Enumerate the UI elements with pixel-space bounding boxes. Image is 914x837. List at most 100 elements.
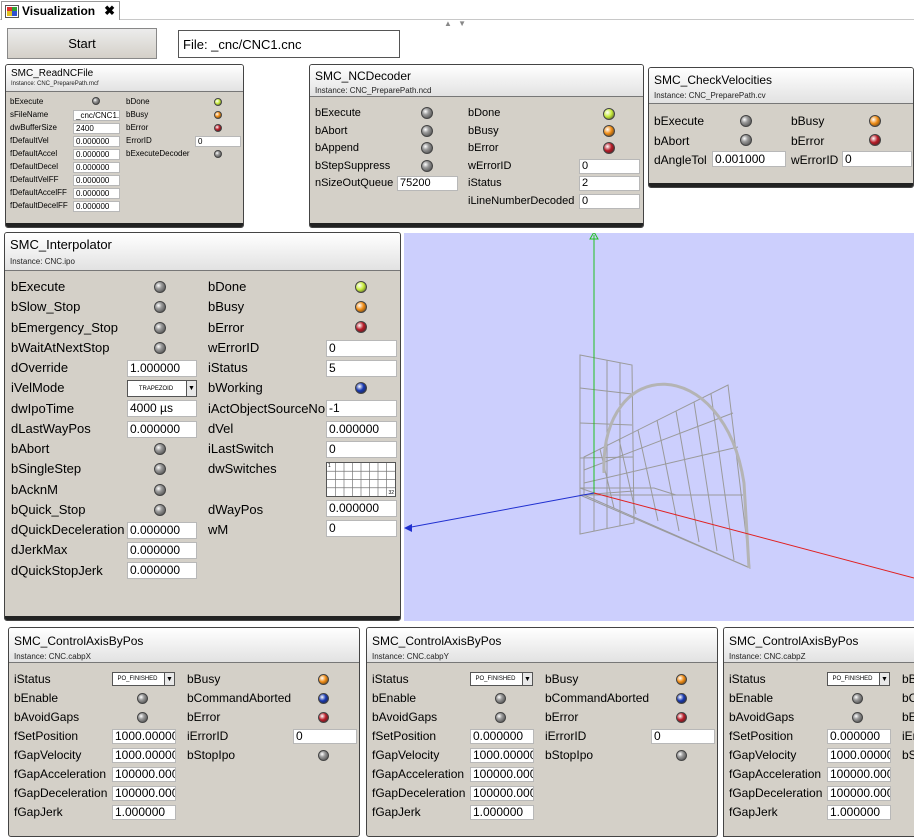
axis1-gapacc-field[interactable]: 100000.000000: [470, 767, 534, 782]
ipo-istatus-field[interactable]: 5: [326, 360, 397, 377]
axis2-bavoidgaps-button[interactable]: [852, 712, 863, 723]
dec-werrorid-field[interactable]: 0: [579, 159, 640, 174]
axis2-gapdec-field[interactable]: 100000.000000: [827, 786, 891, 801]
read-bexecute-button[interactable]: [92, 97, 100, 105]
ipo-backnm-button[interactable]: [154, 483, 166, 496]
start-button[interactable]: Start: [7, 28, 157, 59]
ipo-werrorid-field[interactable]: 0: [326, 340, 397, 357]
read-decelff-field[interactable]: 0.000000: [73, 201, 120, 212]
ipo-bwaitatnextstop-button[interactable]: [154, 341, 166, 354]
axis0-setpos-field[interactable]: 1000.000000: [112, 729, 176, 744]
scroll-arrows-icon[interactable]: ▲ ▼: [444, 19, 468, 28]
ipo-dlastwaypos-field[interactable]: 0.000000: [127, 421, 197, 438]
chk-angletol-field[interactable]: 0.001000: [712, 151, 786, 167]
ipo-dwipotime-field[interactable]: 4000 µs: [127, 400, 197, 417]
path-3d-view[interactable]: [404, 233, 914, 621]
axis0-istatus-select[interactable]: PO_FINISHED ▼: [112, 672, 175, 686]
ipo-label-dquickdeceleration: dQuickDeceleration: [11, 522, 125, 537]
axis1-berror-led: [676, 712, 687, 723]
axis1-gapdec-field[interactable]: 100000.000000: [470, 786, 534, 801]
file-display: File: _cnc/CNC1.cnc: [178, 30, 400, 58]
switch-first-label: 1: [328, 463, 331, 469]
read-label-fdefaultdecelff: fDefaultDecelFF: [10, 201, 68, 210]
axis0-gapjerk-field[interactable]: 1.000000: [112, 805, 176, 820]
read-label-fdefaultvel: fDefaultVel: [10, 136, 49, 145]
dec-bstepsuppress-button[interactable]: [421, 160, 433, 172]
chevron-down-icon[interactable]: ▼: [186, 381, 196, 396]
ipo-bslow-stop-button[interactable]: [154, 301, 166, 314]
ipo-dquickstopjerk-field[interactable]: 0.000000: [127, 562, 197, 579]
ipo-bexecute-button[interactable]: [154, 281, 166, 293]
dec-babort-button[interactable]: [421, 125, 433, 137]
ipo-dquickdecel-field[interactable]: 0.000000: [127, 522, 197, 539]
panel-instance: Instance: CNC.ipo: [10, 257, 75, 266]
dec-bappend-button[interactable]: [421, 142, 433, 154]
axis2-gapjerk-field[interactable]: 1.000000: [827, 805, 891, 820]
read-velff-field[interactable]: 0.000000: [73, 175, 120, 186]
axis0-bbusy-led: [318, 674, 329, 685]
read-errorid-field[interactable]: 0: [195, 136, 241, 147]
ipo-label-bexecute: bExecute: [11, 279, 66, 294]
chk-babort-button[interactable]: [740, 134, 752, 146]
chk-werrorid-field[interactable]: 0: [842, 151, 912, 167]
dec-ilinenumber-field[interactable]: 0: [579, 194, 640, 209]
ipo-out-wm: wM: [208, 522, 229, 537]
chevron-down-icon[interactable]: ▼: [522, 673, 532, 685]
axis1-istatus-select[interactable]: PO_FINISHED ▼: [470, 672, 533, 686]
axis2-benable-button[interactable]: [852, 693, 863, 704]
read-filename-field[interactable]: _cnc/CNC1.c: [73, 110, 120, 121]
ipo-bbusy-led: [355, 301, 367, 313]
axis0-gapacc-field[interactable]: 100000.000000: [112, 767, 176, 782]
dec-bexecute-button[interactable]: [421, 107, 433, 119]
ipo-bemergency-stop-button[interactable]: [154, 321, 166, 334]
chk-bexecute-button[interactable]: [740, 115, 752, 127]
axis2-label-bavoidgaps: bAvoidGaps: [729, 710, 795, 724]
axis2-istatus-select[interactable]: PO_FINISHED ▼: [827, 672, 890, 686]
ipo-label-bquick-stop: bQuick_Stop: [11, 501, 86, 517]
axis2-out-bbusy: bBusy: [902, 672, 914, 686]
ipo-babort-button[interactable]: [154, 443, 166, 455]
dec-istatus-field[interactable]: 2: [579, 176, 640, 191]
axis0-ierrorid-field[interactable]: 0: [293, 729, 357, 744]
read-buffersize-field[interactable]: 2400: [73, 123, 120, 134]
axis1-ierrorid-field[interactable]: 0: [651, 729, 715, 744]
ipo-out-bdone: bDone: [208, 279, 247, 294]
axis0-benable-button[interactable]: [137, 693, 148, 704]
axis1-gapjerk-field[interactable]: 1.000000: [470, 805, 534, 820]
close-icon[interactable]: ✖: [104, 3, 115, 19]
axis0-out-ierrorid: iErrorID: [187, 729, 229, 743]
axis0-gapvel-field[interactable]: 1000.000000: [112, 748, 176, 763]
ipo-bsinglestep-button[interactable]: [154, 463, 166, 476]
axis1-bcommandaborted-led: [676, 693, 687, 704]
dec-bdone-led: [603, 108, 615, 120]
axis0-out-bstopipo: bStopIpo: [187, 748, 236, 762]
ipo-dwaypos-field[interactable]: 0.000000: [326, 500, 397, 517]
axis2-label-fgapdeceleration: fGapDeceleration: [729, 786, 823, 800]
read-vel-field[interactable]: 0.000000: [73, 136, 120, 147]
ipo-bquick-stop-button[interactable]: [154, 503, 166, 516]
axis2-gapvel-field[interactable]: 1000.000000: [827, 748, 891, 763]
axis1-bavoidgaps-button[interactable]: [495, 712, 506, 723]
ipo-dvel-field[interactable]: 0.000000: [326, 421, 397, 438]
ipo-doverride-field[interactable]: 1.000000: [127, 360, 197, 377]
read-accel-field[interactable]: 0.000000: [73, 149, 120, 160]
ipo-iactobject-field[interactable]: -1: [326, 400, 397, 417]
axis1-setpos-field[interactable]: 0.000000: [470, 729, 534, 744]
chevron-down-icon[interactable]: ▼: [879, 673, 889, 685]
axis1-gapvel-field[interactable]: 1000.000000: [470, 748, 534, 763]
axis0-gapdec-field[interactable]: 100000.000000: [112, 786, 176, 801]
read-accelff-field[interactable]: 0.000000: [73, 188, 120, 199]
ipo-bworking-led: [355, 382, 367, 394]
ipo-djerkmax-field[interactable]: 0.000000: [127, 542, 197, 559]
read-decel-field[interactable]: 0.000000: [73, 162, 120, 173]
ipo-wm-field[interactable]: 0: [326, 520, 397, 537]
chevron-down-icon[interactable]: ▼: [164, 673, 174, 685]
axis2-setpos-field[interactable]: 0.000000: [827, 729, 891, 744]
axis0-bavoidgaps-button[interactable]: [137, 712, 148, 723]
axis2-gapacc-field[interactable]: 100000.000000: [827, 767, 891, 782]
ipo-ivelmode-select[interactable]: TRAPEZOID ▼: [127, 380, 197, 397]
ipo-ilastswitch-field[interactable]: 0: [326, 441, 397, 458]
tab-visualization[interactable]: Visualization ✖: [1, 1, 120, 20]
dec-sizeoutqueue-field[interactable]: 75200: [397, 176, 458, 191]
axis1-benable-button[interactable]: [495, 693, 506, 704]
